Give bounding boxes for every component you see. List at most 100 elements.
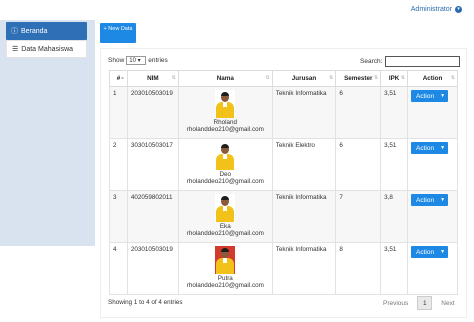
column-header-nama[interactable]: Nama ⇅ — [177, 70, 273, 87]
action-dropdown-button[interactable]: Action ▼ — [411, 142, 449, 154]
cell-action: Action ▼ — [407, 190, 458, 243]
cell-action: Action ▼ — [407, 138, 458, 191]
column-header-no[interactable]: # ▲ — [109, 70, 128, 87]
table-row: 2 303010503017 Deo rholanddeo210@gmail.c… — [109, 138, 458, 191]
column-header-ipk[interactable]: IPK ⇅ — [380, 70, 409, 87]
cell-semester: 7 — [335, 190, 382, 243]
cell-jurusan: Teknik Elektro — [271, 138, 337, 191]
cell-nama: Rholand rholanddeo210@gmail.com — [177, 86, 273, 139]
sort-icon: ▲ — [119, 75, 125, 81]
student-photo — [215, 90, 236, 118]
action-label: Action — [416, 248, 435, 256]
search-input[interactable] — [385, 56, 461, 67]
caret-down-icon: ▼ — [440, 145, 446, 151]
cell-action: Action ▼ — [407, 86, 458, 139]
pagination: Previous 1 Next — [378, 296, 460, 310]
column-header-label: NIM — [147, 75, 159, 82]
caret-down-icon: ▼ — [440, 249, 446, 255]
previous-page-button[interactable]: Previous — [378, 300, 413, 307]
column-header-semester[interactable]: Semester ⇅ — [335, 70, 382, 87]
list-icon: ☰ — [12, 46, 19, 53]
student-photo — [215, 142, 236, 170]
column-header-label: Nama — [216, 75, 234, 82]
table-info: Showing 1 to 4 of 4 entries — [108, 299, 183, 306]
student-name: Eka — [219, 223, 231, 230]
column-header-label: Semester — [344, 75, 373, 82]
cell-ipk: 3,51 — [380, 86, 409, 139]
cell-semester: 8 — [335, 242, 382, 295]
table-header-row: # ▲ NIM ⇅ Nama ⇅ Jurusan ⇅ Semester ⇅ IPK ⇅ Ac… — [109, 70, 458, 87]
entries-label: entries — [148, 57, 168, 64]
next-page-button[interactable]: Next — [436, 300, 459, 307]
sort-icon: ⇅ — [265, 75, 270, 81]
cell-jurusan: Teknik Informatika — [271, 242, 337, 295]
cell-nim: 402059802011 — [126, 190, 179, 243]
action-label: Action — [416, 144, 435, 152]
top-navbar: Administrator ▾ — [0, 0, 474, 20]
cell-ipk: 3,8 — [380, 190, 409, 243]
cell-nama: Deo rholanddeo210@gmail.com — [177, 138, 273, 191]
page-button-current[interactable]: 1 — [417, 296, 433, 310]
cell-semester: 6 — [335, 138, 382, 191]
cell-no: 2 — [109, 138, 128, 191]
cell-nama: Eka rholanddeo210@gmail.com — [177, 190, 273, 243]
student-name: Rholand — [213, 119, 238, 126]
cell-nim: 303010503017 — [126, 138, 179, 191]
column-header-nim[interactable]: NIM ⇅ — [126, 70, 179, 87]
cell-nama: Putra rholanddeo210@gmail.com — [177, 242, 273, 295]
sort-icon: ⇅ — [373, 75, 379, 81]
entries-value: 10 — [129, 58, 136, 64]
new-data-label: + New Data — [103, 26, 133, 32]
cell-semester: 6 — [335, 86, 382, 139]
table-row: 3 402059802011 Eka rholanddeo210@gmail.c… — [109, 190, 458, 243]
cell-no: 3 — [109, 190, 128, 243]
sidebar-item-label: Beranda — [21, 27, 48, 35]
sort-icon: ⇅ — [400, 75, 406, 81]
action-label: Action — [416, 92, 435, 100]
caret-down-icon: ▼ — [440, 197, 446, 203]
sort-icon: ⇅ — [171, 75, 176, 81]
column-header-label: IPK — [388, 75, 400, 82]
entries-select[interactable]: 10 ▾ — [126, 56, 147, 65]
sidebar-item-beranda[interactable]: ⓘ Beranda — [6, 22, 87, 40]
student-photo — [215, 194, 236, 222]
student-name: Deo — [219, 171, 232, 178]
sidebar-item-data-mahasiswa[interactable]: ☰ Data Mahasiswa — [6, 40, 87, 58]
sort-icon: ⇅ — [329, 75, 334, 81]
column-header-label: Jurusan — [291, 75, 317, 82]
sort-icon: ⇅ — [450, 75, 455, 81]
search-label: Search: — [360, 58, 383, 65]
column-header-jurusan[interactable]: Jurusan ⇅ — [271, 70, 337, 87]
action-label: Action — [416, 196, 435, 204]
cell-jurusan: Teknik Informatika — [271, 86, 337, 139]
cell-nim: 203010503019 — [126, 242, 179, 295]
cell-no: 4 — [109, 242, 128, 295]
new-data-button[interactable]: + New Data — [100, 23, 136, 43]
cell-jurusan: Teknik Informatika — [271, 190, 337, 243]
table-row: 1 203010503019 Rholand rholanddeo210@gma… — [109, 86, 458, 139]
action-dropdown-button[interactable]: Action ▼ — [411, 90, 449, 102]
student-email: rholanddeo210@gmail.com — [186, 282, 264, 289]
cell-action: Action ▼ — [407, 242, 458, 295]
student-email: rholanddeo210@gmail.com — [186, 178, 264, 185]
user-name: Administrator — [410, 6, 452, 13]
sidebar: ⓘ Beranda ☰ Data Mahasiswa — [0, 20, 95, 246]
student-email: rholanddeo210@gmail.com — [186, 230, 264, 237]
action-dropdown-button[interactable]: Action ▼ — [411, 194, 449, 206]
student-photo — [215, 246, 236, 274]
home-icon: ⓘ — [11, 28, 18, 35]
entries-control: Show 10 ▾ entries — [108, 56, 168, 65]
column-header-action[interactable]: Action ⇅ — [407, 70, 458, 87]
user-menu[interactable]: Administrator ▾ — [411, 6, 462, 13]
sidebar-item-label: Data Mahasiswa — [21, 45, 74, 53]
show-label: Show — [108, 57, 125, 64]
caret-down-icon: ▼ — [440, 93, 446, 99]
cell-no: 1 — [109, 86, 128, 139]
search-control: Search: — [360, 56, 461, 67]
cell-ipk: 3,51 — [380, 138, 409, 191]
student-email: rholanddeo210@gmail.com — [186, 126, 264, 133]
cell-ipk: 3,51 — [380, 242, 409, 295]
student-name: Putra — [217, 275, 233, 282]
mahasiswa-table: # ▲ NIM ⇅ Nama ⇅ Jurusan ⇅ Semester ⇅ IPK ⇅ Ac… — [109, 70, 458, 295]
action-dropdown-button[interactable]: Action ▼ — [411, 246, 449, 258]
